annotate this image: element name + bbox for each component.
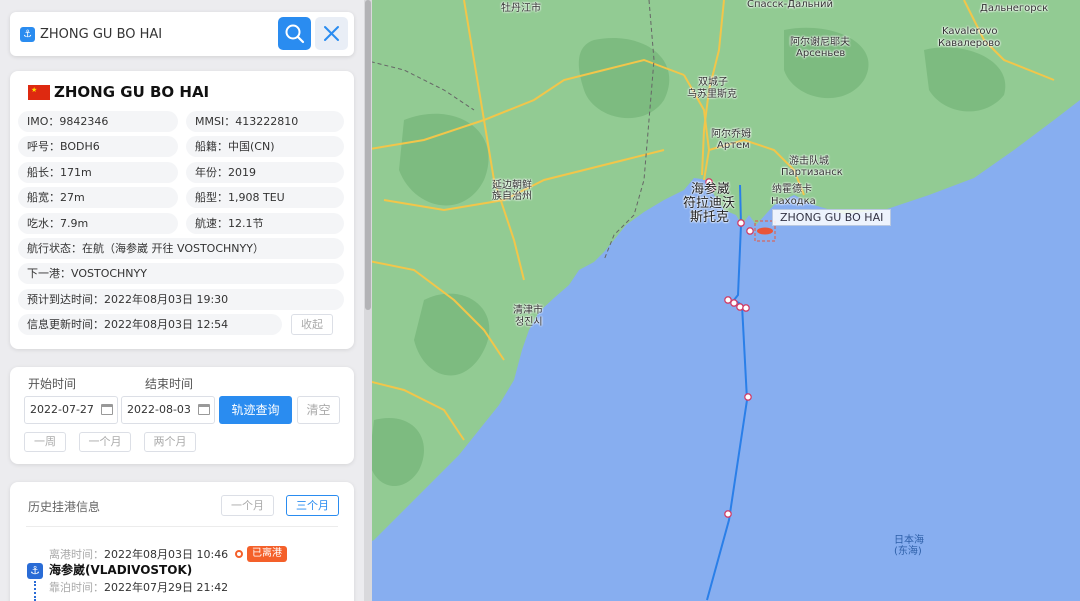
port-history-card: 历史挂港信息 一个月 三个月 离港时间：2022年08月03日 10:46 已离… [10, 482, 354, 601]
end-date-input[interactable]: 2022-08-03 [121, 396, 215, 424]
two-month-button[interactable]: 两个月 [144, 432, 196, 452]
map-label-partizansk-ru: Партизанск [781, 167, 843, 178]
map-label-kavalerovo-ru: Кавалерово [938, 38, 1001, 49]
ship-draft: 吃水：7.9m [18, 213, 178, 234]
ship-length: 船长：171m [18, 162, 178, 183]
start-date-value: 2022-07-27 [30, 403, 94, 416]
map-label-sea-2: (东海) [894, 546, 922, 557]
map-label-yanbian-2: 族自治州 [492, 191, 532, 202]
map-label-arsenyev-cn: 阿尔谢尼耶夫 [790, 37, 850, 48]
map-label-artem-ru: Артем [717, 140, 750, 151]
map-label-partizansk-cn: 游击队城 [789, 156, 829, 167]
ship-mmsi: MMSI：413222810 [186, 111, 344, 132]
start-time-label: 开始时间 [28, 377, 77, 391]
timeline-dots [34, 581, 36, 601]
ship-name: ZHONG GU BO HAI [54, 83, 210, 101]
map-label-ussuriysk-cn: 双城子 [698, 77, 728, 88]
berth-time-row: 靠泊时间：2022年07月29日 21:42 [49, 579, 228, 595]
ship-title: ★ ZHONG GU BO HAI [28, 83, 209, 101]
depart-time-key: 离港时间： [49, 548, 104, 561]
start-date-input[interactable]: 2022-07-27 [24, 396, 118, 424]
scrollbar-thumb[interactable] [365, 0, 371, 310]
map-label-nakhodka-ru: Находка [771, 196, 816, 207]
depart-time-row: 离港时间：2022年08月03日 10:46 [49, 546, 228, 562]
ship-callsign: 呼号：BODH6 [18, 136, 178, 157]
ship-year: 年份：2019 [186, 162, 344, 183]
ship-next-port: 下一港：VOSTOCHNYY [18, 263, 344, 284]
ship-registry: 船籍：中国(CN) [186, 136, 344, 157]
berth-time-key: 靠泊时间： [49, 581, 104, 594]
one-month-button[interactable]: 一个月 [79, 432, 131, 452]
search-icon [285, 24, 305, 44]
status-badge: 已离港 [247, 546, 287, 562]
search-input[interactable] [40, 22, 276, 46]
berth-time-value: 2022年07月29日 21:42 [104, 581, 229, 594]
search-bar: ⚓ [10, 12, 354, 56]
ship-updated: 信息更新时间：2022年08月03日 12:54 [18, 314, 282, 335]
ship-type: 船型：1,908 TEU [186, 187, 344, 208]
track-query-button[interactable]: 轨迹查询 [219, 396, 292, 424]
end-date-value: 2022-08-03 [127, 403, 191, 416]
end-time-label: 结束时间 [145, 377, 194, 391]
map-label-vladivostok-2: 符拉迪沃 [683, 196, 736, 211]
calendar-icon [198, 404, 210, 415]
ship-eta: 预计到达时间：2022年08月03日 19:30 [18, 289, 344, 310]
map-label-sea-1: 日本海 [894, 535, 924, 546]
history-three-month-button[interactable]: 三个月 [286, 495, 339, 516]
map-label-nakhodka-cn: 纳霍德卡 [772, 184, 812, 195]
divider [26, 526, 338, 527]
history-title: 历史挂港信息 [28, 500, 101, 514]
map-label-arsenyev-ru: Арсеньев [796, 48, 846, 59]
track-query-card: 开始时间 结束时间 2022-07-27 2022-08-03 轨迹查询 清空 … [10, 367, 354, 464]
anchor-icon: ⚓ [27, 563, 43, 579]
ship-info-card: ★ ZHONG GU BO HAI IMO：9842346 MMSI：41322… [10, 71, 354, 349]
map-label-chongjin-1: 清津市 [513, 305, 543, 316]
ship-icon: ⚓ [20, 27, 35, 42]
ship-map-tag[interactable]: ZHONG GU BO HAI [772, 209, 892, 226]
depart-time-value: 2022年08月03日 10:46 [104, 548, 229, 561]
close-icon [324, 26, 339, 41]
ship-speed: 航速：12.1节 [186, 213, 344, 234]
close-button[interactable] [315, 17, 348, 50]
ship-imo: IMO：9842346 [18, 111, 178, 132]
history-one-month-button[interactable]: 一个月 [221, 495, 274, 516]
map-label-kavalerovo-en: Kavalerovo [942, 26, 998, 37]
one-week-button[interactable]: 一周 [24, 432, 66, 452]
sidebar: ⚓ ★ ZHONG GU BO HAI IMO：9842346 MMSI：413… [0, 0, 364, 601]
status-dot-icon [235, 550, 243, 558]
calendar-icon [101, 404, 113, 415]
map-label-ussuriysk-cn2: 乌苏里斯克 [687, 89, 737, 100]
map-label-mudanjiang: 牡丹江市 [501, 3, 541, 14]
map-label-dalnegorsk: Дальнегорск [980, 3, 1049, 14]
search-button[interactable] [278, 17, 311, 50]
map-label-yanbian-1: 延边朝鲜 [492, 180, 532, 191]
map-label-artem-cn: 阿尔乔姆 [711, 129, 751, 140]
clear-button[interactable]: 清空 [297, 396, 340, 424]
map-label-vladivostok-1: 海参崴 [691, 182, 731, 197]
map-label-spassk: Спасск-Дальний [747, 0, 834, 10]
port-name: 海参崴(VLADIVOSTOK) [49, 563, 193, 577]
map-label-chongjin-2: 청진시 [515, 317, 543, 328]
china-flag-icon: ★ [28, 84, 50, 100]
map-view[interactable]: 牡丹江市 Спасск-Дальний Дальнегорск Kavalero… [364, 0, 1080, 601]
collapse-button[interactable]: 收起 [291, 314, 333, 335]
ship-status: 航行状态：在航（海参崴 开往 VOSTOCHNYY） [18, 238, 344, 259]
map-label-vladivostok-3: 斯托克 [690, 210, 730, 225]
ship-width: 船宽：27m [18, 187, 178, 208]
port-call-item[interactable]: 离港时间：2022年08月03日 10:46 已离港 ⚓ 海参崴(VLADIVO… [10, 542, 354, 601]
